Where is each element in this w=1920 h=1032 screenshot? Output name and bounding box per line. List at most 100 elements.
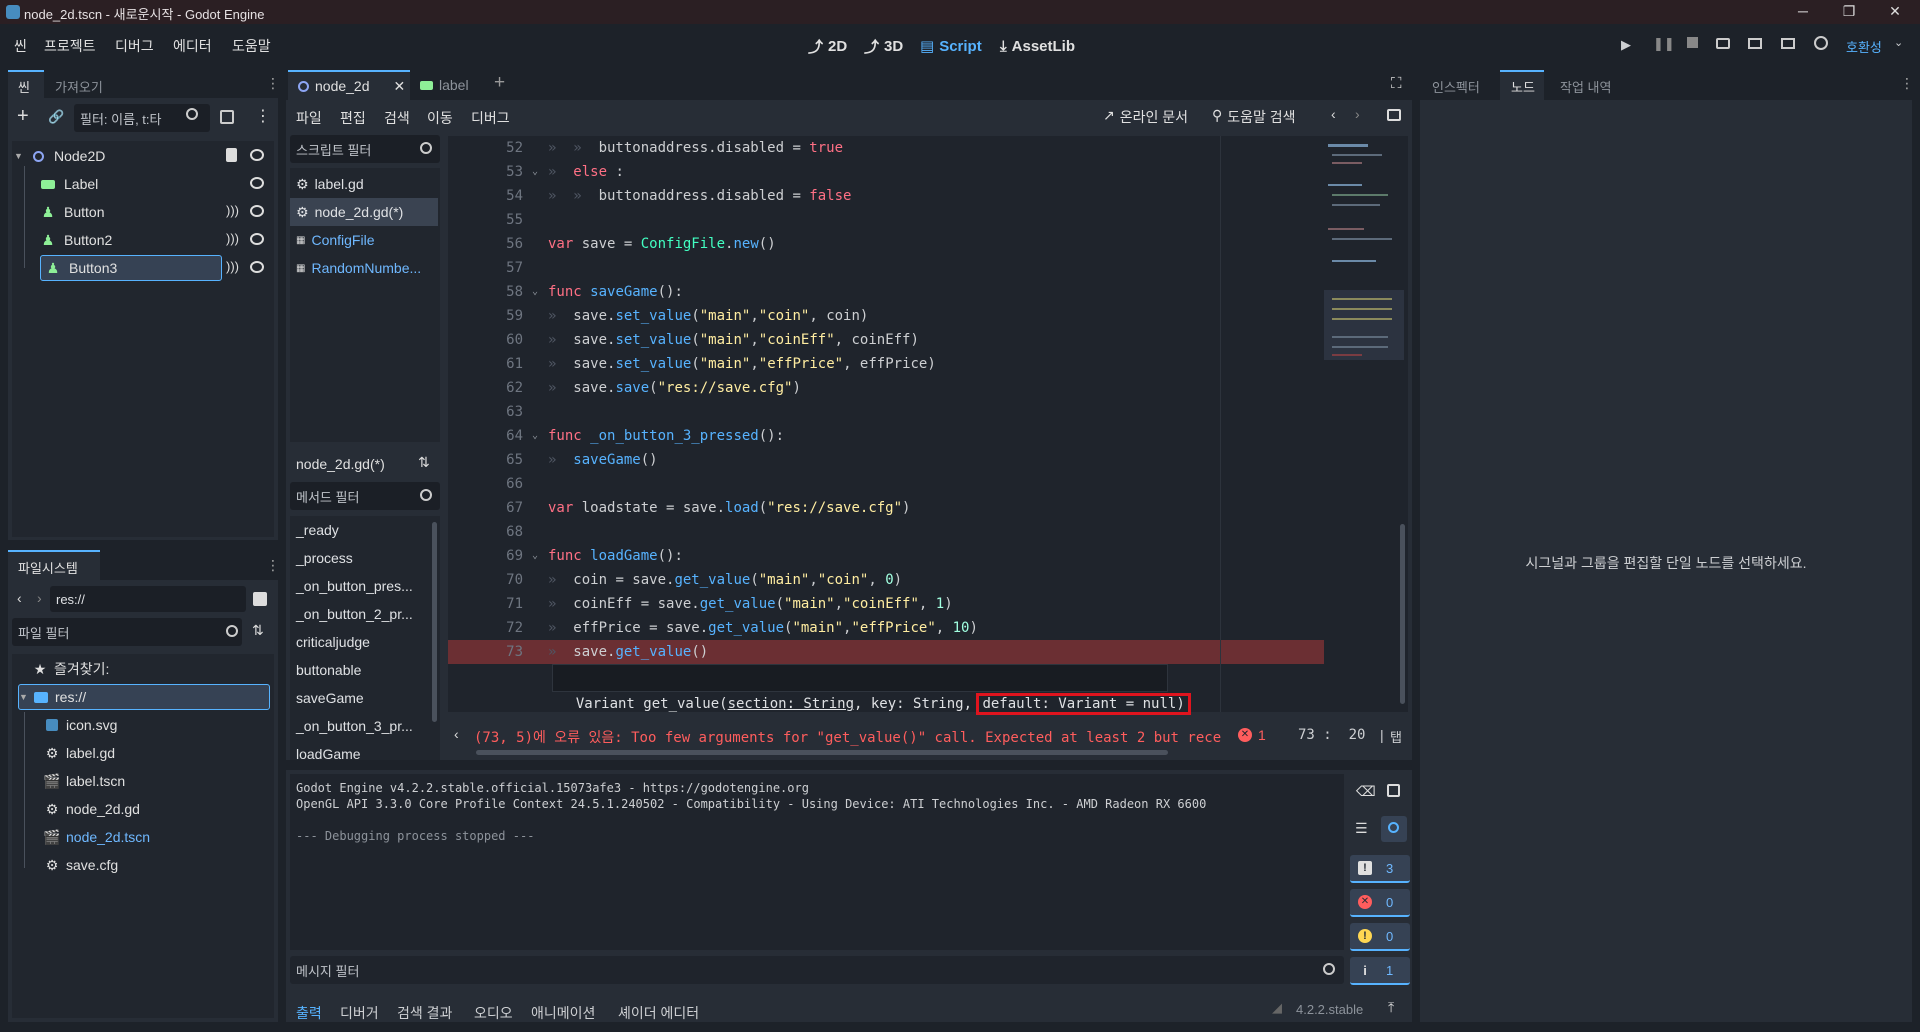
add-tab-icon[interactable]: + — [494, 72, 505, 94]
favorites-row[interactable]: ★ 즐겨찾기: — [32, 656, 110, 682]
link-icon[interactable]: 🔗 — [48, 109, 64, 125]
code-line[interactable]: 69 ⌄ func loadGame(): — [448, 544, 1324, 568]
script-filter-input[interactable]: 스크립트 필터 — [290, 135, 440, 163]
movie-maker-icon[interactable] — [1814, 36, 1828, 50]
code-line[interactable]: 53 ⌄ » else : — [448, 160, 1324, 184]
script-item-configfile[interactable]: ▦ ConfigFile — [290, 226, 438, 254]
script-menu-debug[interactable]: 디버그 — [471, 108, 510, 128]
history-forward-icon[interactable]: › — [1355, 106, 1360, 122]
code-line[interactable]: 70 » coin = save.get_value("main","coin",… — [448, 568, 1324, 592]
method-item[interactable]: saveGame — [290, 684, 440, 712]
code-line[interactable]: 57 — [448, 256, 1324, 280]
visibility-eye-icon[interactable] — [250, 233, 264, 245]
script-item-node2d-gd[interactable]: ⚙ node_2d.gd(*) — [290, 198, 438, 226]
renderer-select[interactable]: 호환성 — [1846, 37, 1882, 56]
bottom-tab-animation[interactable]: 애니메이션 — [531, 1003, 595, 1023]
code-line[interactable]: 68 — [448, 520, 1324, 544]
toggle-scripts-panel-icon[interactable] — [1387, 109, 1401, 121]
script-item-randomnumber[interactable]: ▦ RandomNumbe... — [290, 254, 438, 282]
menu-editor[interactable]: 에디터 — [173, 36, 212, 56]
code-line[interactable]: 65 » saveGame() — [448, 448, 1324, 472]
split-mode-icon[interactable] — [253, 592, 267, 606]
code-line[interactable]: 56 var save = ConfigFile.new() — [448, 232, 1324, 256]
copy-icon[interactable] — [1387, 784, 1400, 797]
code-scrollbar[interactable] — [1400, 524, 1405, 704]
workspace-assetlib-button[interactable]: ⤓ AssetLib — [1000, 33, 1075, 59]
play-scene-icon[interactable] — [1748, 38, 1762, 49]
code-line[interactable]: 60 » save.set_value("main","coinEff", coi… — [448, 328, 1324, 352]
visibility-eye-icon[interactable] — [250, 149, 264, 161]
scene-menu-icon[interactable]: ⋮ — [255, 106, 271, 126]
dock-menu-icon[interactable]: ⋮ — [266, 557, 280, 574]
workspace-script-button[interactable]: ▤ Script — [920, 33, 982, 59]
code-line[interactable]: 54 » » buttonaddress.disabled = false — [448, 184, 1324, 208]
code-line[interactable]: 71 » coinEff = save.get_value("main","coi… — [448, 592, 1324, 616]
file-row-label-gd[interactable]: ⚙ label.gd — [44, 740, 115, 766]
menu-project[interactable]: 프로젝트 — [44, 36, 96, 56]
fold-chevron-icon[interactable]: ⌄ — [532, 424, 538, 448]
help-search-button[interactable]: ⚲ 도움말 검색 — [1212, 107, 1296, 127]
sort-icon[interactable]: ⇅ — [252, 622, 264, 639]
file-row-icon-svg[interactable]: icon.svg — [44, 712, 117, 738]
script-menu-edit[interactable]: 편집 — [340, 108, 366, 128]
toggle-scripts-icon[interactable]: ‹ — [454, 726, 459, 742]
close-icon[interactable]: ✕ — [394, 78, 406, 95]
signal-icon[interactable]: ))) — [226, 259, 239, 274]
code-line[interactable]: 67 var loadstate = save.load("res://save.… — [448, 496, 1324, 520]
dock-menu-icon[interactable]: ⋮ — [266, 75, 280, 92]
visibility-eye-icon[interactable] — [250, 177, 264, 189]
visibility-eye-icon[interactable] — [250, 261, 264, 273]
code-line[interactable]: 64 ⌄ func _on_button_3_pressed(): — [448, 424, 1324, 448]
script-menu-search[interactable]: 검색 — [384, 108, 410, 128]
code-line[interactable]: 55 — [448, 208, 1324, 232]
collapse-icon[interactable]: ☰ — [1355, 820, 1368, 837]
code-line[interactable]: 58 ⌄ func saveGame(): — [448, 280, 1324, 304]
maximize-button[interactable]: ❐ — [1826, 0, 1872, 24]
file-row-node2d-gd[interactable]: ⚙ node_2d.gd — [44, 796, 140, 822]
version-label[interactable]: 4.2.2.stable — [1296, 1002, 1363, 1017]
bottom-tab-search-results[interactable]: 검색 결과 — [397, 1003, 452, 1023]
sort-icon[interactable]: ⇅ — [418, 454, 430, 471]
menu-help[interactable]: 도움말 — [232, 36, 271, 56]
error-message[interactable]: (73, 5)에 오류 있음: Too few arguments for "g… — [474, 727, 1250, 747]
message-filter-input[interactable]: 메시지 필터 — [290, 956, 1344, 984]
method-item[interactable]: _process — [290, 544, 440, 572]
play-custom-scene-icon[interactable] — [1781, 38, 1795, 49]
pause-icon[interactable]: ❚❚ — [1653, 36, 1675, 52]
close-button[interactable]: ✕ — [1872, 0, 1918, 24]
indent-mode[interactable]: 탭 — [1390, 727, 1402, 746]
filter-warnings-toggle[interactable]: ! 0 — [1350, 923, 1410, 951]
method-item[interactable]: _on_button_pres... — [290, 572, 440, 600]
filter-messages-toggle[interactable]: ! 3 — [1350, 855, 1410, 883]
chevron-down-icon[interactable]: ⌄ — [1894, 36, 1903, 49]
visibility-eye-icon[interactable] — [250, 205, 264, 217]
tree-row-button3[interactable]: ♟ Button3 — [40, 255, 222, 281]
path-input[interactable]: res:// — [50, 586, 246, 612]
bottom-tab-shader-editor[interactable]: 셰이더 에디터 — [618, 1003, 699, 1023]
file-row-save-cfg[interactable]: ⚙ save.cfg — [44, 852, 118, 878]
stop-icon[interactable] — [1687, 37, 1698, 48]
tab-history[interactable]: 작업 내역 — [1560, 77, 1611, 96]
script-item-label-gd[interactable]: ⚙ label.gd — [290, 170, 438, 198]
menu-scene[interactable]: 씬 — [14, 36, 27, 56]
tab-node2d[interactable]: node_2d ✕ — [288, 70, 410, 100]
file-row-node2d-tscn[interactable]: 🎬 node_2d.tscn — [43, 824, 150, 850]
workspace-3d-button[interactable]: ⤴ 3D — [864, 33, 903, 59]
code-line[interactable]: 61 » save.set_value("main","effPrice", ef… — [448, 352, 1324, 376]
tab-label[interactable]: label — [420, 70, 469, 100]
method-item[interactable]: criticaljudge — [290, 628, 440, 656]
script-icon[interactable] — [226, 148, 237, 162]
add-node-icon[interactable]: + — [17, 106, 29, 126]
dock-menu-icon[interactable]: ⋮ — [1900, 75, 1914, 92]
script-menu-file[interactable]: 파일 — [296, 108, 322, 128]
tree-row-label[interactable]: Label — [40, 171, 270, 197]
error-count[interactable]: 1 — [1258, 727, 1266, 743]
history-back-icon[interactable]: ‹ — [1331, 106, 1336, 122]
file-filter-input[interactable]: 파일 필터 — [12, 618, 242, 646]
code-line[interactable]: 62 » save.save("res://save.cfg") — [448, 376, 1324, 400]
res-root-row[interactable]: ▼ res:// — [18, 684, 270, 710]
tab-inspector[interactable]: 인스펙터 — [1432, 77, 1480, 96]
bottom-tab-output[interactable]: 출력 — [296, 1003, 322, 1023]
menu-debug[interactable]: 디버그 — [115, 36, 154, 56]
tab-import[interactable]: 가져오기 — [55, 77, 103, 96]
